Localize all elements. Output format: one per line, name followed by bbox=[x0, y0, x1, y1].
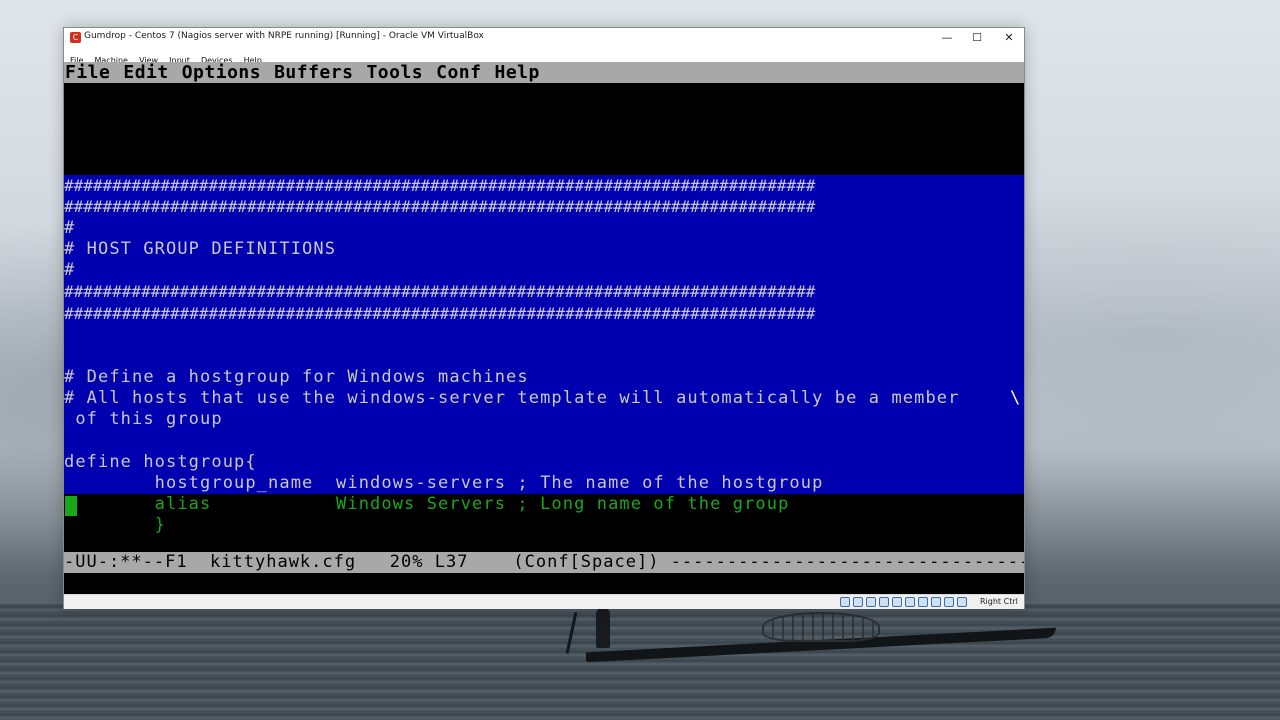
hash-line: ########################################… bbox=[64, 197, 816, 216]
vm-status-bar: Right Ctrl bbox=[64, 594, 1024, 609]
emacs-menu-buffers[interactable]: Buffers bbox=[274, 62, 353, 83]
emacs-menu-file[interactable]: File bbox=[65, 62, 110, 83]
emacs-menu-bar: File Edit Options Buffers Tools Conf Help bbox=[64, 62, 1024, 83]
virtualbox-window[interactable]: C Gumdrop - Centos 7 (Nagios server with… bbox=[63, 27, 1025, 609]
wallpaper-water bbox=[0, 604, 1280, 720]
emacs-mode-line: -UU-:**--F1 kittyhawk.cfg 20% L37 (Conf[… bbox=[64, 552, 1024, 573]
mouse-integration-icon[interactable] bbox=[944, 597, 954, 607]
hash-line: ########################################… bbox=[64, 304, 816, 323]
window-title: Gumdrop - Centos 7 (Nagios server with N… bbox=[84, 31, 484, 41]
emacs-menu-help[interactable]: Help bbox=[494, 62, 539, 83]
wallpaper-fishing-net bbox=[762, 612, 880, 642]
audio-icon[interactable] bbox=[866, 597, 876, 607]
highlighted-region bbox=[64, 175, 1024, 494]
emacs-menu-edit[interactable]: Edit bbox=[123, 62, 168, 83]
comment-line: # All hosts that use the windows-server … bbox=[64, 388, 960, 408]
title-bar[interactable]: C Gumdrop - Centos 7 (Nagios server with… bbox=[64, 28, 1024, 48]
cpu-icon[interactable] bbox=[957, 597, 967, 607]
comment-line-continued: of this group bbox=[64, 409, 223, 429]
host-key-label: Right Ctrl bbox=[980, 597, 1018, 606]
line-wrap-indicator: \ bbox=[1010, 388, 1022, 408]
comment-line: # bbox=[64, 260, 76, 280]
emacs-menu-options[interactable]: Options bbox=[182, 62, 261, 83]
wallpaper-fisherman bbox=[596, 608, 610, 648]
guest-console[interactable]: File Edit Options Buffers Tools Conf Help ####… bbox=[64, 62, 1024, 594]
optical-drive-icon[interactable] bbox=[853, 597, 863, 607]
hard-disk-icon[interactable] bbox=[840, 597, 850, 607]
close-brace-line: } bbox=[64, 515, 167, 535]
virtualbox-app-icon: C bbox=[70, 32, 81, 43]
alias-line: alias Windows Servers ; Long name of the… bbox=[64, 494, 790, 514]
hostgroup-name-line: hostgroup_name windows-servers ; The nam… bbox=[64, 473, 824, 493]
comment-line: # Define a hostgroup for Windows machine… bbox=[64, 367, 529, 387]
hash-line: ########################################… bbox=[64, 282, 816, 301]
display-icon[interactable] bbox=[918, 597, 928, 607]
minimize-button[interactable]: — bbox=[932, 28, 962, 48]
define-line: define hostgroup{ bbox=[64, 452, 257, 472]
network-icon[interactable] bbox=[879, 597, 889, 607]
emacs-menu-tools[interactable]: Tools bbox=[366, 62, 423, 83]
comment-line: # bbox=[64, 218, 76, 238]
close-button[interactable]: ✕ bbox=[994, 28, 1024, 48]
shared-folders-icon[interactable] bbox=[905, 597, 915, 607]
vm-menu-bar: File Machine View Input Devices Help bbox=[64, 48, 1024, 65]
emacs-minibuffer[interactable] bbox=[64, 573, 1024, 594]
recording-icon[interactable] bbox=[931, 597, 941, 607]
emacs-menu-conf[interactable]: Conf bbox=[436, 62, 481, 83]
hash-line: ########################################… bbox=[64, 176, 816, 195]
section-title: # HOST GROUP DEFINITIONS bbox=[64, 239, 337, 259]
device-status-icons bbox=[840, 597, 970, 608]
maximize-button[interactable]: ☐ bbox=[962, 28, 992, 48]
usb-icon[interactable] bbox=[892, 597, 902, 607]
